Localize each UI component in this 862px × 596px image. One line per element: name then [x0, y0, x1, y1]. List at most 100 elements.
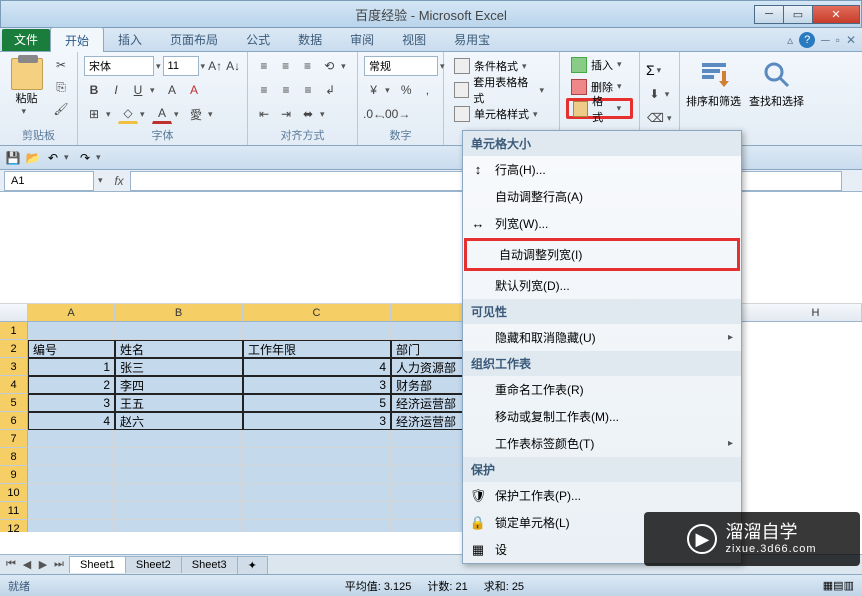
maximize-button[interactable]: ▭ [783, 5, 813, 24]
sheet-nav-first[interactable]: ⏮ [4, 558, 18, 571]
minimize-ribbon-icon[interactable]: ▵ [787, 33, 793, 47]
view-normal-icon[interactable]: ▦ [823, 579, 833, 592]
menu-rename-sheet[interactable]: 重命名工作表(R) [463, 376, 741, 403]
fx-button[interactable]: fx [108, 174, 130, 188]
help-icon[interactable]: ? [799, 32, 815, 48]
cell[interactable] [28, 322, 115, 340]
font-name-input[interactable] [84, 56, 154, 76]
fill-color-icon[interactable]: ◇ [118, 104, 138, 124]
menu-tab-color[interactable]: 工作表标签颜色(T)▸ [463, 430, 741, 457]
cell[interactable]: 3 [28, 394, 115, 412]
font-color-icon[interactable]: A [152, 104, 172, 124]
orientation-icon[interactable]: ⟲ [319, 56, 339, 76]
cell[interactable]: 赵六 [115, 412, 243, 430]
tab-review[interactable]: 审阅 [336, 27, 388, 52]
menu-move-copy[interactable]: 移动或复制工作表(M)... [463, 403, 741, 430]
cell[interactable]: 3 [243, 376, 391, 394]
ruby-icon[interactable]: A [162, 80, 182, 100]
tab-view[interactable]: 视图 [388, 27, 440, 52]
menu-autofit-row[interactable]: 自动调整行高(A) [463, 183, 741, 210]
merge-icon[interactable]: ⬌ [298, 104, 318, 124]
cell[interactable]: 5 [243, 394, 391, 412]
italic-icon[interactable]: I [106, 80, 126, 100]
cell[interactable]: 3 [243, 412, 391, 430]
cell[interactable]: 工作年限 [243, 340, 391, 358]
cell[interactable]: 李四 [115, 376, 243, 394]
cell[interactable]: 4 [28, 412, 115, 430]
font-size-input[interactable] [163, 56, 199, 76]
menu-hide-unhide[interactable]: 隐藏和取消隐藏(U)▸ [463, 324, 741, 351]
menu-default-width[interactable]: 默认列宽(D)... [463, 272, 741, 299]
tab-addin[interactable]: 易用宝 [440, 27, 504, 52]
tab-insert[interactable]: 插入 [104, 27, 156, 52]
decrease-decimal-icon[interactable]: .00→ [386, 104, 406, 124]
copy-icon[interactable]: ⎘ [51, 77, 71, 97]
cell[interactable]: 王五 [115, 394, 243, 412]
row-header[interactable]: 4 [0, 376, 28, 394]
sheet-nav-next[interactable]: ▶ [36, 558, 50, 571]
autosum-icon[interactable]: Σ [646, 62, 655, 78]
sheet-nav-last[interactable]: ⏭ [52, 558, 66, 571]
cell[interactable] [115, 322, 243, 340]
row-header[interactable]: 6 [0, 412, 28, 430]
menu-autofit-col[interactable]: 自动调整列宽(I) [464, 238, 740, 271]
increase-font-icon[interactable]: A↑ [207, 56, 223, 76]
find-select-button[interactable]: 查找和选择 [749, 59, 804, 109]
align-center-icon[interactable]: ≡ [276, 80, 296, 100]
tab-layout[interactable]: 页面布局 [156, 27, 232, 52]
tab-home[interactable]: 开始 [50, 27, 104, 53]
sheet-tab-1[interactable]: Sheet1 [69, 556, 126, 573]
minimize-button[interactable]: ─ [754, 5, 784, 24]
doc-restore-icon[interactable]: ▫ [836, 33, 840, 47]
decrease-indent-icon[interactable]: ⇤ [254, 104, 274, 124]
align-right-icon[interactable]: ≡ [298, 80, 318, 100]
row-header[interactable]: 10 [0, 484, 28, 502]
ruby2-icon[interactable]: A [184, 80, 204, 100]
bold-icon[interactable]: B [84, 80, 104, 100]
view-pagebreak-icon[interactable]: ▥ [844, 579, 854, 592]
doc-close-icon[interactable]: ✕ [846, 33, 856, 47]
cell[interactable]: 张三 [115, 358, 243, 376]
row-header[interactable]: 1 [0, 322, 28, 340]
format-painter-icon[interactable]: 🖌 [51, 99, 71, 119]
undo-icon[interactable]: ↶ [44, 149, 62, 167]
cell-styles-button[interactable]: 单元格样式▾ [450, 103, 553, 125]
align-top-icon[interactable]: ≡ [254, 56, 274, 76]
qat-open-icon[interactable]: 📂 [24, 149, 42, 167]
increase-indent-icon[interactable]: ⇥ [276, 104, 296, 124]
select-all-button[interactable] [0, 304, 28, 321]
sheet-tab-2[interactable]: Sheet2 [125, 556, 182, 573]
underline-icon[interactable]: U [128, 80, 148, 100]
doc-min-icon[interactable]: ─ [821, 33, 830, 47]
col-header-c[interactable]: C [243, 304, 391, 321]
currency-icon[interactable]: ¥ [364, 80, 383, 100]
cell[interactable]: 2 [28, 376, 115, 394]
menu-protect-sheet[interactable]: 🛡保护工作表(P)... [463, 482, 741, 509]
format-table-button[interactable]: 套用表格格式▾ [450, 79, 553, 101]
name-box-dropdown[interactable]: ▾ [98, 175, 108, 186]
cell[interactable] [243, 322, 391, 340]
redo-icon[interactable]: ↷ [76, 149, 94, 167]
comma-icon[interactable]: , [418, 80, 437, 100]
insert-cells-button[interactable]: 插入▾ [566, 54, 633, 75]
menu-row-height[interactable]: ↕行高(H)... [463, 156, 741, 183]
percent-icon[interactable]: % [397, 80, 416, 100]
save-icon[interactable]: 💾 [4, 149, 22, 167]
align-middle-icon[interactable]: ≡ [276, 56, 296, 76]
phonetic-icon[interactable]: 愛 [186, 104, 206, 124]
tab-data[interactable]: 数据 [284, 27, 336, 52]
row-header[interactable]: 5 [0, 394, 28, 412]
view-layout-icon[interactable]: ▤ [833, 579, 843, 592]
clear-icon[interactable]: ⌫ [646, 108, 665, 128]
name-box[interactable]: A1 [4, 171, 94, 191]
new-sheet-button[interactable]: ✦ [237, 556, 268, 574]
col-header-b[interactable]: B [115, 304, 243, 321]
number-format-input[interactable] [364, 56, 438, 76]
row-header[interactable]: 7 [0, 430, 28, 448]
row-header[interactable]: 9 [0, 466, 28, 484]
wrap-text-icon[interactable]: ↲ [320, 80, 340, 100]
row-header[interactable]: 3 [0, 358, 28, 376]
tab-file[interactable]: 文件 [2, 29, 50, 51]
align-bottom-icon[interactable]: ≡ [298, 56, 318, 76]
row-header[interactable]: 11 [0, 502, 28, 520]
